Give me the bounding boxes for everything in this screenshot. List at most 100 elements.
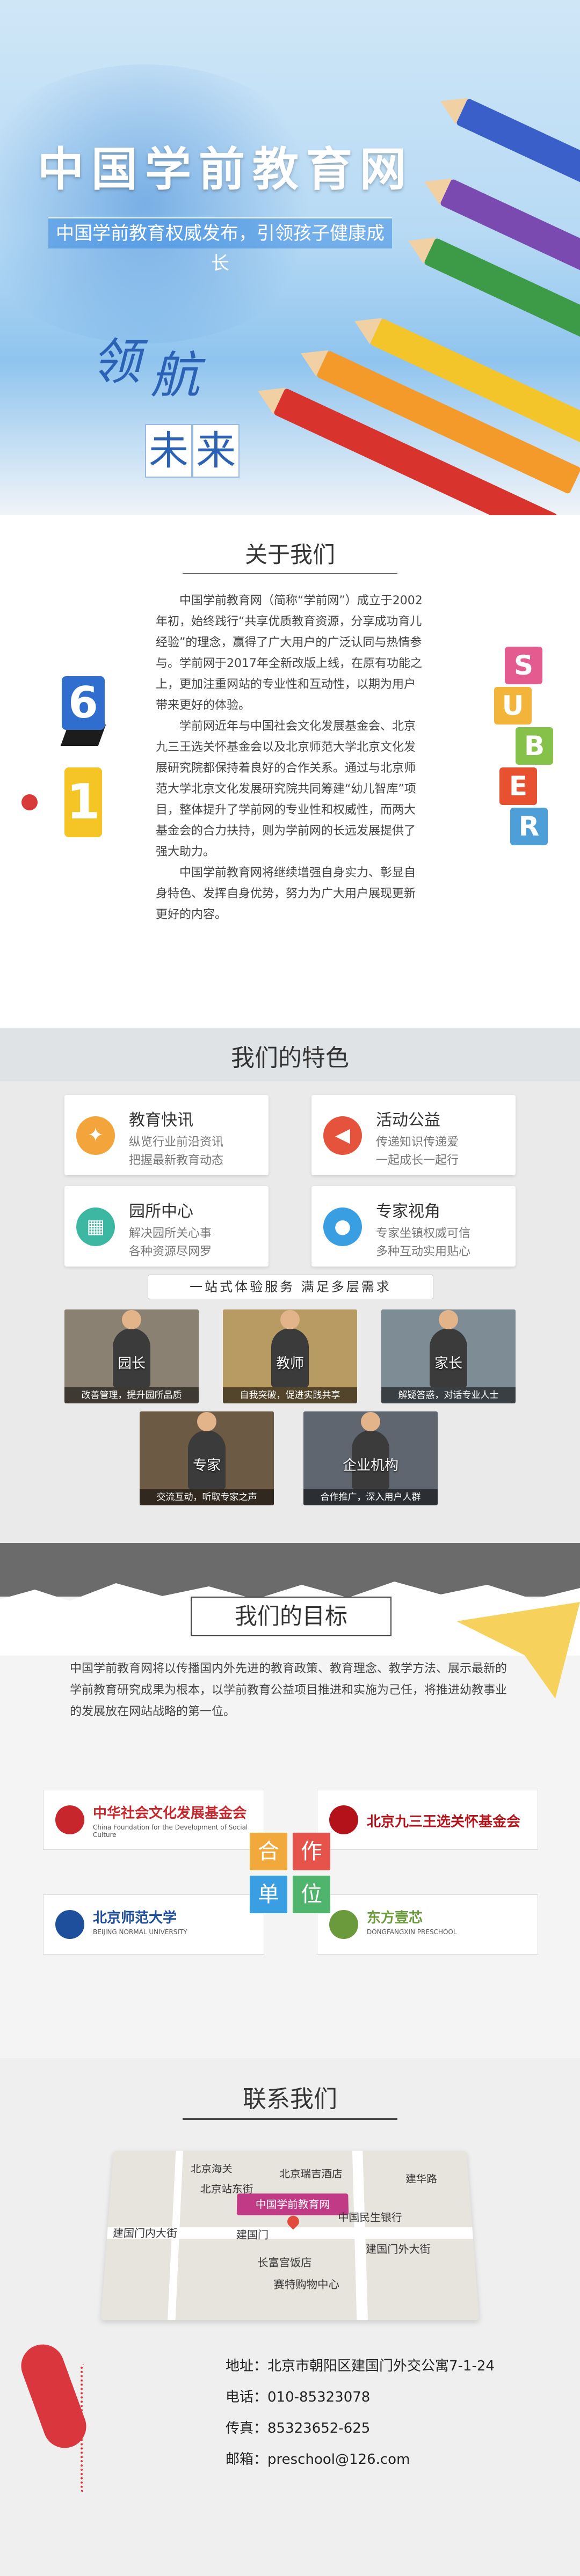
contact-section: 联系我们 中国学前教育网 北京海关 北京站东街 北京瑞吉酒店 中国民生银行 建国… [0, 2058, 580, 2576]
map-label: 北京海关 [190, 2162, 233, 2175]
service-slogan: 一站式体验服务 满足多层需求 [148, 1275, 433, 1299]
photo-enterprise[interactable]: 企业机构 合作推广，深入用户人群 [303, 1411, 438, 1505]
feature-title: 教育快讯 [129, 1111, 193, 1130]
map-label: 赛特购物中心 [273, 2278, 340, 2291]
map-label: 建国门 [236, 2228, 269, 2241]
photo-role: 教师 [276, 1356, 304, 1372]
foundation-logo-icon [55, 1805, 84, 1834]
partner-subname: DONGFANGXIN PRESCHOOL [367, 1928, 457, 1936]
letter-block: S [505, 647, 542, 684]
feature-line: 解决园所关心事 [129, 1227, 212, 1240]
partner-subname: China Foundation for the Development of … [93, 1824, 248, 1839]
map-label: 北京站东街 [200, 2183, 253, 2196]
contact-address: 地址：北京市朝阳区建国门外交公寓7-1-24 [226, 2358, 495, 2374]
feature-line: 多种互动实用贴心 [376, 1245, 471, 1258]
number-1-block: 1 [64, 767, 102, 837]
location-map[interactable]: 中国学前教育网 北京海关 北京站东街 北京瑞吉酒店 中国民生银行 建国门内大街 … [100, 2150, 480, 2321]
map-label: 中国民生银行 [338, 2211, 403, 2224]
hero-banner: 中国学前教育网 中国学前教育权威发布，引领孩子健康成长 领 航 未 来 [0, 0, 580, 515]
about-divider [183, 573, 397, 574]
about-paragraph: 学前网近年与中国社会文化发展基金会、北京九三王选关怀基金会以及北京师范大学北京文… [156, 720, 416, 859]
photo-caption: 改善管理，提升园所品质 [64, 1387, 199, 1403]
coop-char: 合 [250, 1833, 287, 1870]
lead-char-1: 领 [91, 333, 141, 391]
feature-title: 专家视角 [376, 1202, 440, 1221]
letter-block: B [516, 727, 553, 765]
partner-subname: BEIJING NORMAL UNIVERSITY [93, 1928, 187, 1936]
contact-email[interactable]: 邮箱：preschool@126.com [226, 2444, 495, 2475]
future-char-2: 来 [192, 424, 240, 478]
map-label: 建华路 [405, 2172, 438, 2185]
university-logo-icon [55, 1910, 84, 1939]
photo-teacher[interactable]: 教师 自我突破，促进实践共享 [223, 1309, 357, 1403]
preschool-logo-icon [329, 1910, 358, 1939]
goals-body: 中国学前教育网将以传播国内外先进的教育政策、教育理念、教学方法、展示最新的学前教… [70, 1662, 508, 1718]
partner-bnu[interactable]: 北京师范大学 BEIJING NORMAL UNIVERSITY [43, 1894, 264, 1955]
people-icon: ● [323, 1208, 362, 1246]
telephone-icon [15, 2332, 140, 2498]
contact-underline [183, 2118, 397, 2120]
about-paragraph: 中国学前教育网（简称“学前网”）成立于2002年初，始终践行“共享优质教育资源，… [156, 594, 423, 712]
features-section: 我们的特色 ✦ 教育快讯 纵览行业前沿资讯 把握最新教育动态 ◀ 活动公益 传递… [0, 1028, 580, 1543]
letter-block: R [510, 808, 548, 845]
photo-parent[interactable]: 家长 解疑答惑，对话专业人士 [381, 1309, 516, 1403]
photo-role: 园长 [117, 1356, 146, 1372]
feature-card-news[interactable]: ✦ 教育快讯 纵览行业前沿资讯 把握最新教育动态 [64, 1095, 269, 1175]
feature-card-activity[interactable]: ◀ 活动公益 传递知识传递爱 一起成长一起行 [311, 1095, 516, 1175]
features-title: 我们的特色 [231, 1044, 349, 1072]
partner-name: 北京九三王选关怀基金会 [367, 1814, 521, 1830]
map-label: 建国门外大街 [365, 2242, 431, 2256]
about-body: 中国学前教育网（简称“学前网”）成立于2002年初，始终践行“共享优质教育资源，… [156, 590, 424, 925]
letter-block: E [499, 767, 537, 805]
about-section: 关于我们 6 1 中国学前教育网（简称“学前网”）成立于2002年初，始终践行“… [0, 515, 580, 1028]
photo-role: 企业机构 [342, 1458, 398, 1474]
feature-card-school[interactable]: ▦ 园所中心 解决园所关心事 各种资源尽网罗 [64, 1186, 269, 1267]
photo-caption: 交流互动，听取专家之声 [140, 1489, 274, 1505]
feature-line: 把握最新教育动态 [129, 1154, 224, 1167]
partner-wangxuan[interactable]: 北京九三王选关怀基金会 [317, 1790, 538, 1850]
partner-name: 北京师范大学 [93, 1910, 177, 1926]
about-paragraph: 中国学前教育网将继续增强自身实力、彰显自身特色、发挥自身优势，努力为广大用户展现… [156, 866, 416, 921]
photo-caption: 自我突破，促进实践共享 [223, 1387, 357, 1403]
lead-char-2: 航 [150, 347, 200, 404]
feature-card-expert[interactable]: ● 专家视角 专家坐镇权威可信 多种互动实用贴心 [311, 1186, 516, 1267]
red-flower-icon [21, 794, 38, 810]
feature-title: 园所中心 [129, 1202, 193, 1221]
coop-char: 位 [293, 1876, 330, 1913]
feature-line: 传递知识传递爱 [376, 1136, 459, 1149]
photo-role: 专家 [192, 1458, 221, 1474]
future-char-1: 未 [145, 424, 192, 478]
goals-title: 我们的目标 [191, 1597, 392, 1636]
photo-principal[interactable]: 园长 改善管理，提升园所品质 [64, 1309, 199, 1403]
map-location-badge: 中国学前教育网 [236, 2193, 349, 2215]
map-label: 长富宫饭店 [257, 2256, 312, 2269]
partner-name: 东方壹芯 [367, 1910, 423, 1926]
photo-caption: 合作推广，深入用户人群 [303, 1489, 438, 1505]
map-label: 北京瑞吉酒店 [279, 2168, 343, 2180]
partner-social-culture[interactable]: 中华社会文化发展基金会 China Foundation for the Dev… [43, 1790, 264, 1850]
feature-line: 一起成长一起行 [376, 1154, 459, 1167]
feature-line: 纵览行业前沿资讯 [129, 1136, 224, 1149]
megaphone-icon: ◀ [323, 1116, 362, 1155]
partner-dongfangxin[interactable]: 东方壹芯 DONGFANGXIN PRESCHOOL [317, 1894, 538, 1955]
photo-expert[interactable]: 专家 交流互动，听取专家之声 [140, 1411, 274, 1505]
letter-block: U [494, 687, 532, 724]
watercolor-splash [0, 64, 333, 343]
about-title: 关于我们 [244, 541, 335, 568]
coop-char: 作 [293, 1833, 330, 1870]
lightbulb-icon: ✦ [76, 1116, 115, 1155]
feature-title: 活动公益 [376, 1111, 440, 1130]
site-subtitle: 中国学前教育权威发布，引领孩子健康成长 [48, 217, 392, 274]
building-icon: ▦ [76, 1208, 115, 1246]
feature-line: 各种资源尽网罗 [129, 1245, 212, 1258]
foundation-logo-icon [329, 1805, 358, 1834]
map-label: 建国门内大街 [112, 2227, 178, 2240]
partner-name: 中华社会文化发展基金会 [93, 1805, 247, 1821]
contact-phone[interactable]: 电话：010-85323078 [226, 2382, 495, 2413]
contact-info: 地址：北京市朝阳区建国门外交公寓7-1-24 电话：010-85323078 传… [226, 2351, 495, 2475]
future-box: 未 来 [145, 424, 240, 478]
feature-line: 专家坐镇权威可信 [376, 1227, 471, 1240]
contact-title: 联系我们 [243, 2085, 337, 2113]
site-title: 中国学前教育网 [38, 142, 414, 196]
contact-fax: 传真：85323652-625 [226, 2420, 371, 2436]
